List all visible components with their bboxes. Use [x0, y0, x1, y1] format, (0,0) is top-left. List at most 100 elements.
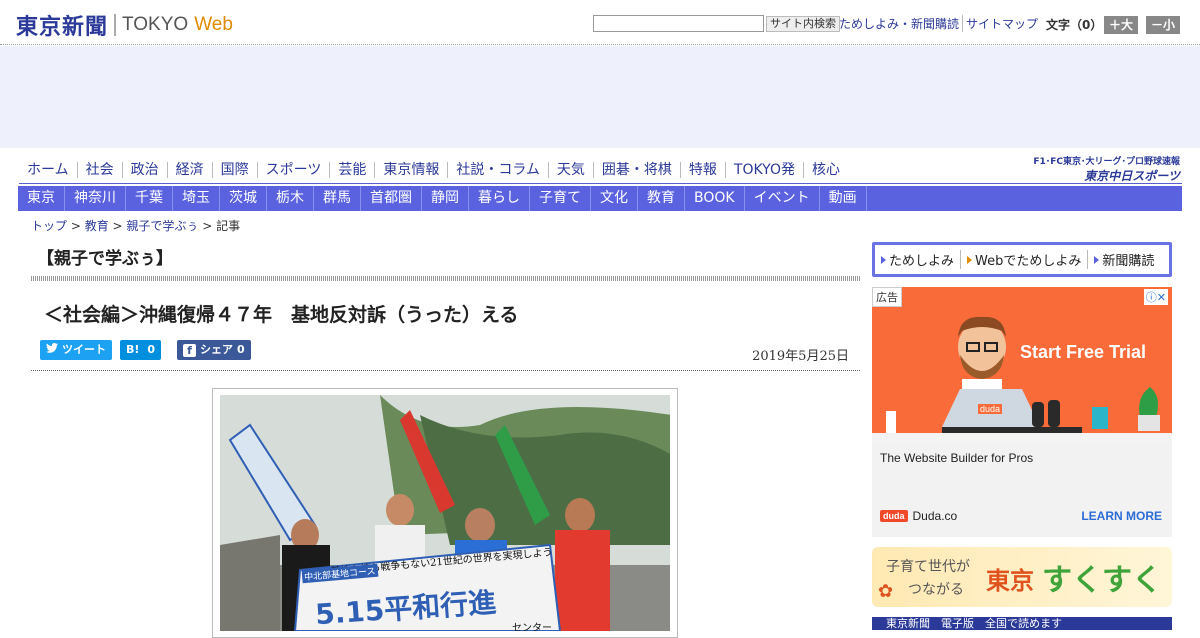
article-photo: 基地も核も戦争もない21世紀の世界を実現しよう 中北部基地コース 5.15平和行… — [212, 388, 678, 638]
ad-image: duda Start Free Trial — [872, 287, 1172, 443]
site-logo[interactable]: 東京新聞 TOKYO Web — [16, 9, 233, 41]
logo-text-en: TOKYO — [122, 14, 189, 35]
sukusuku-line2: つながる — [908, 582, 964, 598]
ad-headline: Start Free Trial — [1020, 342, 1147, 362]
sukusuku-line1: 子育て世代が — [886, 559, 970, 575]
sidebar-link-web-trial[interactable]: Webでためしよみ — [960, 250, 1087, 269]
twitter-bird-icon — [46, 340, 58, 360]
nav2-item-culture[interactable]: 文化 — [591, 186, 638, 211]
nav-item-economy[interactable]: 経済 — [166, 162, 212, 178]
subscribe-links-box: ためしよみ Webでためしよみ 新聞購読 — [872, 242, 1172, 277]
nav2-item-living[interactable]: 暮らし — [469, 186, 530, 211]
nav2-item-education[interactable]: 教育 — [638, 186, 685, 211]
flower-icon: ✿ — [878, 581, 894, 602]
ad-learn-more-button[interactable]: LEARN MORE — [1081, 509, 1162, 523]
breadcrumb: トップ > 教育 > 親子で学ぶぅ > 記事 — [31, 219, 241, 233]
nav2-item-tochigi[interactable]: 栃木 — [267, 186, 314, 211]
nav2-item-saitama[interactable]: 埼玉 — [173, 186, 220, 211]
logo-divider — [114, 14, 117, 36]
sidebar-ad[interactable]: duda Start Free Trial 広告 ⓘ✕ The Website … — [872, 287, 1172, 537]
ad-laptop-logo: duda — [978, 404, 1003, 414]
nav2-item-tokyo[interactable]: 東京 — [18, 186, 65, 211]
nav-item-politics[interactable]: 政治 — [121, 162, 167, 178]
sidebar-link-trial[interactable]: ためしよみ — [875, 250, 960, 269]
nav-divider — [19, 183, 1182, 184]
nav-item-tokyo-info[interactable]: 東京情報 — [374, 162, 447, 178]
chunichi-subtitle: F1･FC東京･大リーグ･プロ野球速報 — [1033, 157, 1180, 167]
ad-info-close-icon[interactable]: ⓘ✕ — [1143, 289, 1168, 305]
sidebar-link-web-trial-label: Webでためしよみ — [975, 254, 1082, 269]
tweet-button[interactable]: ツイート — [40, 340, 112, 360]
ad-illustration — [872, 287, 1172, 443]
nav-item-editorial[interactable]: 社説・コラム — [447, 162, 548, 178]
nav-item-core[interactable]: 核心 — [802, 162, 848, 178]
arrow-right-icon — [1094, 255, 1100, 264]
arrow-right-icon — [967, 255, 973, 264]
nav2-item-parenting[interactable]: 子育て — [530, 186, 591, 211]
primary-nav: ホーム 社会 政治 経済 国際 スポーツ 芸能 東京情報 社説・コラム 天気 囲… — [19, 158, 848, 182]
nav2-item-book[interactable]: BOOK — [685, 186, 745, 211]
nav2-item-chiba[interactable]: 千葉 — [126, 186, 173, 211]
article-title: ＜社会編＞沖縄復帰４７年 基地反対訴（うった）える — [44, 304, 519, 326]
sidebar-link-trial-label: ためしよみ — [889, 254, 955, 269]
nav2-item-event[interactable]: イベント — [745, 186, 820, 211]
chunichi-title: 東京中日スポーツ — [1084, 169, 1180, 183]
logo-text-web: Web — [194, 14, 233, 35]
hatena-bookmark-button[interactable]: B! 0 — [120, 340, 162, 360]
facebook-share-button[interactable]: f シェア 0 — [177, 340, 251, 360]
arrow-right-icon — [881, 255, 886, 264]
breadcrumb-oyako[interactable]: 親子で学ぶぅ — [126, 219, 198, 233]
nav2-item-video[interactable]: 動画 — [820, 186, 867, 211]
nav-item-go-shogi[interactable]: 囲碁・将棋 — [592, 162, 680, 178]
tokyo-sukusuku-banner[interactable]: 子育て世代が つながる 東京 すくすく ✿ — [872, 547, 1172, 607]
breadcrumb-education[interactable]: 教育 — [85, 219, 109, 233]
nav-item-society[interactable]: 社会 — [76, 162, 122, 178]
nav2-item-shizuoka[interactable]: 静岡 — [422, 186, 469, 211]
nav-item-home[interactable]: ホーム — [19, 162, 77, 178]
facebook-count: 0 — [237, 343, 245, 356]
ad-label: 広告 — [872, 287, 902, 307]
nav-item-weather[interactable]: 天気 — [547, 162, 593, 178]
sukusuku-brand-tokyo: 東京 — [986, 567, 1034, 595]
tweet-label: ツイート — [62, 343, 106, 356]
ad-description: The Website Builder for Pros — [880, 451, 1034, 465]
category-title: 【親子で学ぶぅ】 — [37, 249, 173, 269]
sukusuku-brand-name: すくすく — [1042, 563, 1162, 598]
header-link-subscribe[interactable]: ためしよみ・新聞購読 — [836, 15, 962, 32]
header-link-sitemap[interactable]: サイトマップ — [962, 15, 1041, 32]
chunichi-sports-link[interactable]: F1･FC東京･大リーグ･プロ野球速報 東京中日スポーツ — [1022, 154, 1180, 183]
nav-item-international[interactable]: 国際 — [211, 162, 257, 178]
nav-item-sports[interactable]: スポーツ — [256, 162, 330, 178]
sidebar-link-subscribe-label: 新聞購読 — [1102, 254, 1155, 269]
ad-brand-name: Duda.co — [912, 509, 958, 523]
facebook-share-label: シェア — [200, 343, 233, 356]
logo-text-ja: 東京新聞 — [16, 14, 109, 40]
sidebar-link-subscribe[interactable]: 新聞購読 — [1087, 250, 1160, 269]
breadcrumb-top[interactable]: トップ — [31, 219, 67, 233]
duda-logo-icon: duda — [880, 510, 908, 522]
nav-item-entertainment[interactable]: 芸能 — [329, 162, 374, 178]
nav2-item-ibaraki[interactable]: 茨城 — [220, 186, 267, 211]
article-date: 2019年5月25日 — [752, 349, 849, 364]
search-button[interactable]: サイト内検索 — [766, 16, 840, 32]
nav-item-tokyo-hatsu[interactable]: TOKYO発 — [724, 162, 803, 178]
font-size-label: 文字（0） — [1046, 18, 1103, 32]
share-divider — [31, 370, 860, 371]
digital-edition-banner[interactable]: 東京新聞 電子版 全国で読めます — [872, 617, 1172, 630]
nav2-item-kanagawa[interactable]: 神奈川 — [65, 186, 126, 211]
header-links: ためしよみ・新聞購読 サイトマップ — [836, 15, 1041, 32]
search-input[interactable] — [593, 15, 764, 32]
hatena-b-icon: B! — [126, 343, 140, 356]
top-ad-space — [0, 46, 1200, 148]
font-smaller-button[interactable]: －小 — [1146, 16, 1181, 34]
breadcrumb-current: 記事 — [216, 219, 241, 233]
font-larger-button[interactable]: ＋大 — [1104, 16, 1139, 34]
secondary-nav: 東京 神奈川 千葉 埼玉 茨城 栃木 群馬 首都圏 静岡 暮らし 子育て 文化 … — [18, 186, 1182, 211]
nav-item-special[interactable]: 特報 — [679, 162, 725, 178]
nav2-item-shutoken[interactable]: 首都圏 — [361, 186, 422, 211]
banner-right-text: センター — [512, 623, 552, 631]
site-header: 東京新聞 TOKYO Web サイト内検索 ためしよみ・新聞購読 サイトマップ … — [0, 0, 1200, 45]
peace-march-photo: 基地も核も戦争もない21世紀の世界を実現しよう 中北部基地コース 5.15平和行… — [220, 395, 670, 631]
nav2-item-gunma[interactable]: 群馬 — [314, 186, 361, 211]
ad-brand: duda Duda.co — [880, 509, 957, 523]
